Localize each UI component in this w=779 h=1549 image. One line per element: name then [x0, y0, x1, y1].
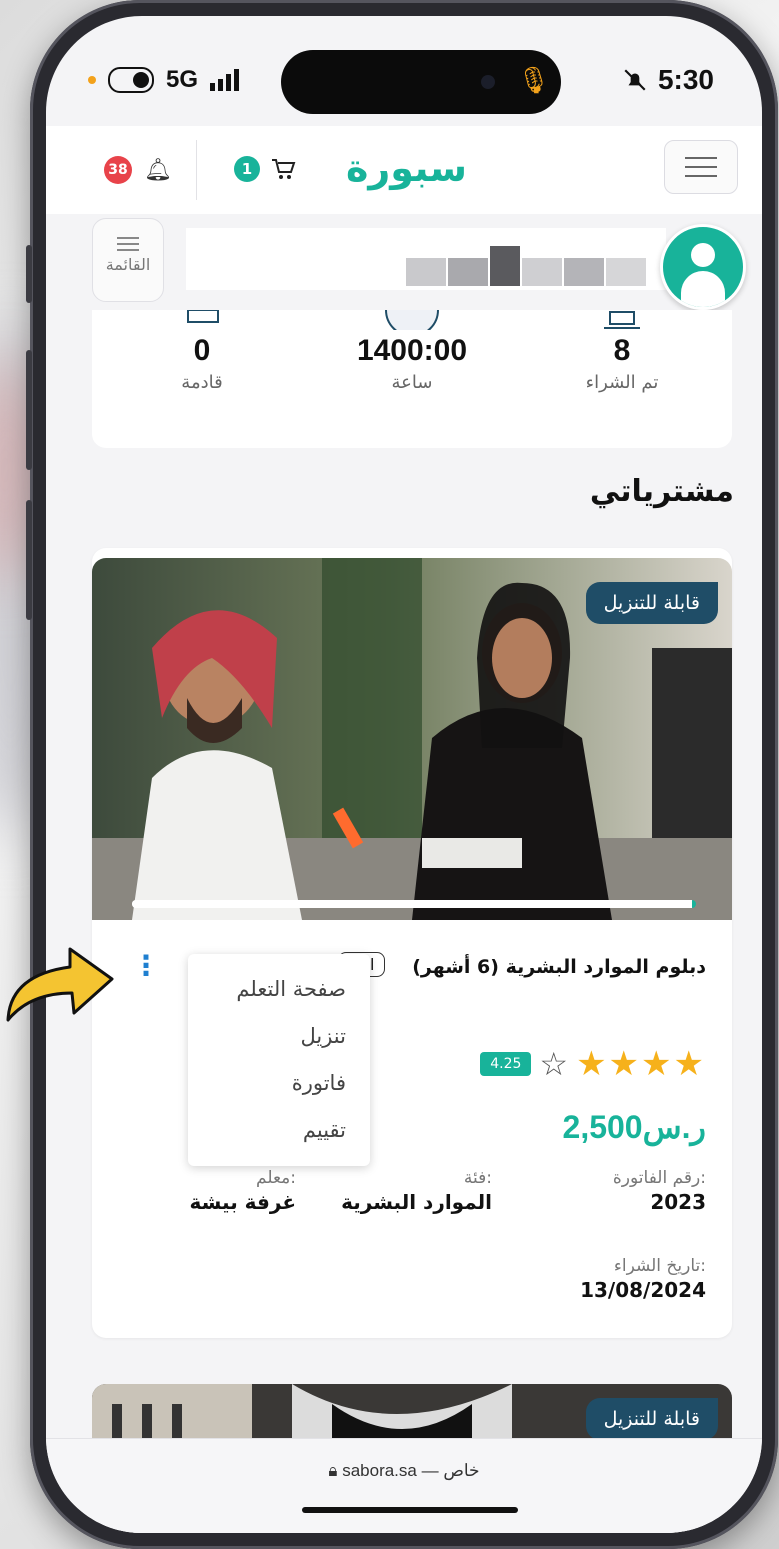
menu-lines-icon: [117, 237, 139, 251]
purchase-date-value: 13/08/2024: [580, 1278, 706, 1302]
progress-fill: [132, 900, 696, 908]
user-name-blurred: [186, 228, 666, 290]
download-tag: قابلة للتنزيل: [585, 582, 718, 624]
cart-icon: [272, 159, 296, 179]
stat-value: 8: [613, 334, 631, 367]
dynamic-island: 🎙: [281, 50, 561, 114]
user-bar: القائمة: [46, 214, 762, 310]
stats-card: 8 تم الشراء 1400:00 ساعة 0 قادمة: [92, 310, 732, 448]
silent-switch: [26, 245, 32, 303]
menu-item-invoice[interactable]: فاتورة: [188, 1060, 370, 1107]
invoice-info: رقم الفاتورة: 2023: [613, 1168, 706, 1214]
camera-icon: [481, 75, 495, 89]
course-title[interactable]: دبلوم الموارد البشرية (6 أشهر): [412, 956, 706, 978]
menu-item-learning-page[interactable]: صفحة التعلم: [188, 966, 370, 1013]
url: sabora.sa — خاص: [342, 1461, 480, 1480]
stat-hours: 1400:00 ساعة: [322, 310, 502, 393]
notification-count-badge: 38: [104, 156, 132, 184]
notifications[interactable]: 38 🔔︎: [104, 156, 172, 184]
brand-logo[interactable]: سبورة: [346, 146, 467, 190]
more-options-icon[interactable]: ⋮: [132, 952, 160, 980]
url-text: 🔒︎ sabora.sa — خاص: [46, 1461, 762, 1481]
invoice-label: رقم الفاتورة:: [612, 1168, 706, 1188]
monitor-icon: [604, 311, 640, 329]
app-header: 38 🔔︎ 1 سبورة: [46, 126, 762, 215]
invoice-value: 2023: [650, 1190, 706, 1214]
stars-filled-icon: ★★★★: [576, 1044, 706, 1084]
signal-icon: [210, 69, 240, 91]
category-label: فئة:: [463, 1168, 492, 1188]
clock: 5:30: [657, 64, 714, 95]
section-title: مشترياتي: [589, 474, 734, 509]
volume-down-button: [26, 500, 32, 620]
calendar-icon: [187, 310, 219, 323]
course-actions-menu: صفحة التعلم تنزيل فاتورة تقييم: [188, 954, 370, 1166]
cart[interactable]: 1: [234, 156, 296, 182]
purchase-date-info: تاريخ الشراء: 13/08/2024: [580, 1256, 706, 1302]
teacher-label: معلم:: [256, 1168, 296, 1188]
category-value: الموارد البشرية: [341, 1190, 492, 1214]
stat-value: 0: [193, 334, 211, 367]
status-bar: 5G 🎙 5:30: [46, 16, 762, 126]
hamburger-menu-button[interactable]: [664, 140, 738, 194]
stat-label: ساعة: [391, 372, 433, 393]
category-info: فئة: الموارد البشرية: [341, 1168, 492, 1214]
stat-label: قادمة: [181, 372, 223, 393]
stat-label: تم الشراء: [585, 372, 659, 393]
user-avatar[interactable]: [660, 224, 746, 310]
side-menu-label: القائمة: [105, 255, 151, 274]
course-progress-bar: [132, 900, 696, 908]
status-left: 5G: [88, 66, 244, 94]
bell-muted-icon: [624, 69, 646, 91]
silent-mode-icon: [108, 67, 154, 93]
star-empty-icon: ☆: [539, 1045, 569, 1083]
purchase-date-label: تاريخ الشراء:: [613, 1256, 706, 1276]
download-tag: قابلة للتنزيل: [585, 1398, 718, 1440]
privacy-dot-icon: [88, 76, 96, 84]
course-price: 2,500ر.س: [562, 1109, 706, 1145]
course-card[interactable]: قابلة للتنزيل دبلوم الموارد البشرية (6 أ…: [92, 548, 732, 1338]
browser-address-bar[interactable]: 🔒︎ sabora.sa — خاص: [46, 1438, 762, 1533]
stat-value: 1400:00: [356, 334, 468, 367]
menu-item-download[interactable]: تنزيل: [188, 1013, 370, 1060]
status-right: 5:30: [622, 64, 714, 96]
volume-up-button: [26, 350, 32, 470]
side-menu-button[interactable]: القائمة: [92, 218, 164, 302]
lock-icon: 🔒︎: [328, 1461, 338, 1480]
bell-icon: 🔔︎: [144, 157, 172, 183]
clock-icon: [385, 310, 439, 330]
menu-item-rate[interactable]: تقييم: [188, 1107, 370, 1154]
header-divider: [196, 140, 197, 200]
rating: 4.25 ☆ ★★★★: [480, 1044, 706, 1084]
pointer-arrow-icon: [6, 947, 114, 1022]
teacher-value: غرفة بيشة: [189, 1190, 296, 1214]
stat-upcoming: 0 قادمة: [112, 310, 292, 393]
stat-purchased: 8 تم الشراء: [532, 311, 712, 393]
course-image: قابلة للتنزيل: [92, 558, 732, 920]
rating-badge: 4.25: [480, 1052, 532, 1076]
screen: 5G 🎙 5:30 38 🔔︎ 1 سبورة القائمة 8 تم الش…: [46, 16, 762, 1533]
phone-frame: 5G 🎙 5:30 38 🔔︎ 1 سبورة القائمة 8 تم الش…: [26, 0, 778, 1549]
home-indicator[interactable]: [302, 1507, 518, 1513]
cart-count-badge: 1: [234, 156, 260, 182]
microphone-icon: 🎙: [517, 66, 551, 96]
teacher-info: معلم: غرفة بيشة: [190, 1168, 296, 1214]
network-type: 5G: [166, 66, 199, 93]
